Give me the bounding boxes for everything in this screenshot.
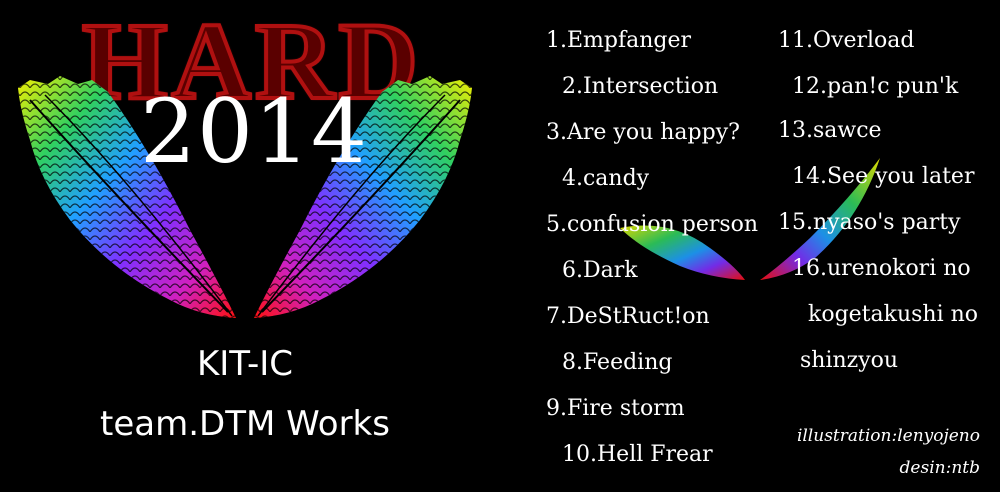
- back-cover: 1.Empfanger 2.Intersection 3.Are you hap…: [490, 0, 1000, 492]
- front-cover: HARD 2014 KIT-IC team.DTM Works: [0, 0, 490, 492]
- track-item: 1.Empfanger: [546, 28, 692, 53]
- track-item: 2.Intersection: [562, 74, 719, 99]
- track-item: 10.Hell Frear: [562, 442, 713, 467]
- artist-subtitle: team.DTM Works: [100, 404, 390, 444]
- track-item: 16.urenokori no: [792, 256, 971, 281]
- artist-name: KIT-IC: [196, 344, 293, 384]
- track-item: 14.See you later: [792, 164, 975, 189]
- track-item: 7.DeStRuct!on: [546, 304, 710, 329]
- track-item: kogetakushi no: [808, 302, 979, 327]
- track-item: 15.nyaso's party: [778, 210, 961, 235]
- track-item: 8.Feeding: [562, 350, 673, 375]
- track-item: 6.Dark: [562, 258, 638, 283]
- track-item: shinzyou: [800, 348, 899, 373]
- illustration-credit: illustration:lenyojeno: [796, 426, 980, 446]
- design-credit: desin:ntb: [899, 458, 980, 478]
- track-item: 5.confusion person: [546, 212, 759, 237]
- track-item: 4.candy: [562, 166, 650, 191]
- album-year: 2014: [140, 80, 368, 183]
- track-item: 13.sawce: [778, 118, 882, 143]
- track-item: 12.pan!c pun'k: [792, 74, 959, 99]
- track-item: 9.Fire storm: [546, 396, 685, 421]
- track-item: 3.Are you happy?: [546, 120, 740, 145]
- track-item: 11.Overload: [778, 28, 915, 53]
